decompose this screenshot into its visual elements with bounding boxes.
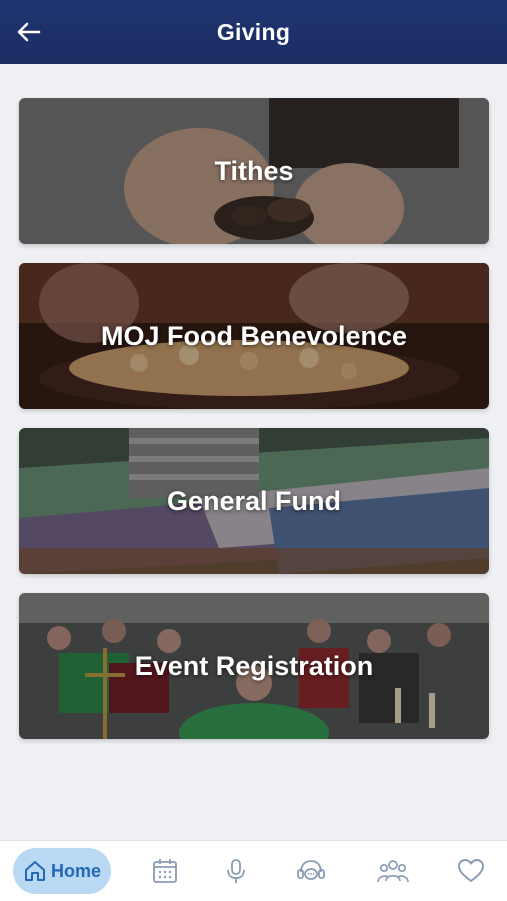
app-header: Giving (0, 0, 507, 64)
card-label: General Fund (166, 485, 342, 516)
back-button[interactable] (14, 18, 44, 46)
bottom-tab-bar: Home (0, 840, 507, 901)
heart-icon (458, 859, 484, 882)
arrow-left-icon (17, 22, 41, 42)
card-label: MOJ Food Benevolence (100, 320, 408, 351)
tab-calendar[interactable] (145, 847, 185, 895)
food-benevolence-card[interactable]: MOJ Food Benevolence (19, 263, 489, 409)
giving-options-list: Tithes MOJ Food Benevolence General Fund… (19, 98, 489, 758)
people-group-icon (377, 860, 409, 883)
tab-support[interactable] (291, 847, 331, 895)
microphone-icon (227, 859, 245, 883)
tab-microphone[interactable] (216, 847, 256, 895)
tab-groups[interactable] (372, 847, 414, 895)
tab-home[interactable]: Home (13, 848, 111, 894)
card-label: Tithes (214, 155, 294, 186)
calendar-icon (153, 859, 177, 883)
tab-giving[interactable] (451, 847, 491, 895)
home-icon (24, 861, 45, 881)
tithes-card[interactable]: Tithes (19, 98, 489, 244)
page-title: Giving (216, 18, 291, 45)
event-registration-card[interactable]: Event Registration (19, 593, 489, 739)
tab-home-label: Home (50, 860, 101, 881)
headset-chat-icon (297, 860, 325, 880)
general-fund-card[interactable]: General Fund (19, 428, 489, 574)
card-label: Event Registration (134, 650, 374, 681)
